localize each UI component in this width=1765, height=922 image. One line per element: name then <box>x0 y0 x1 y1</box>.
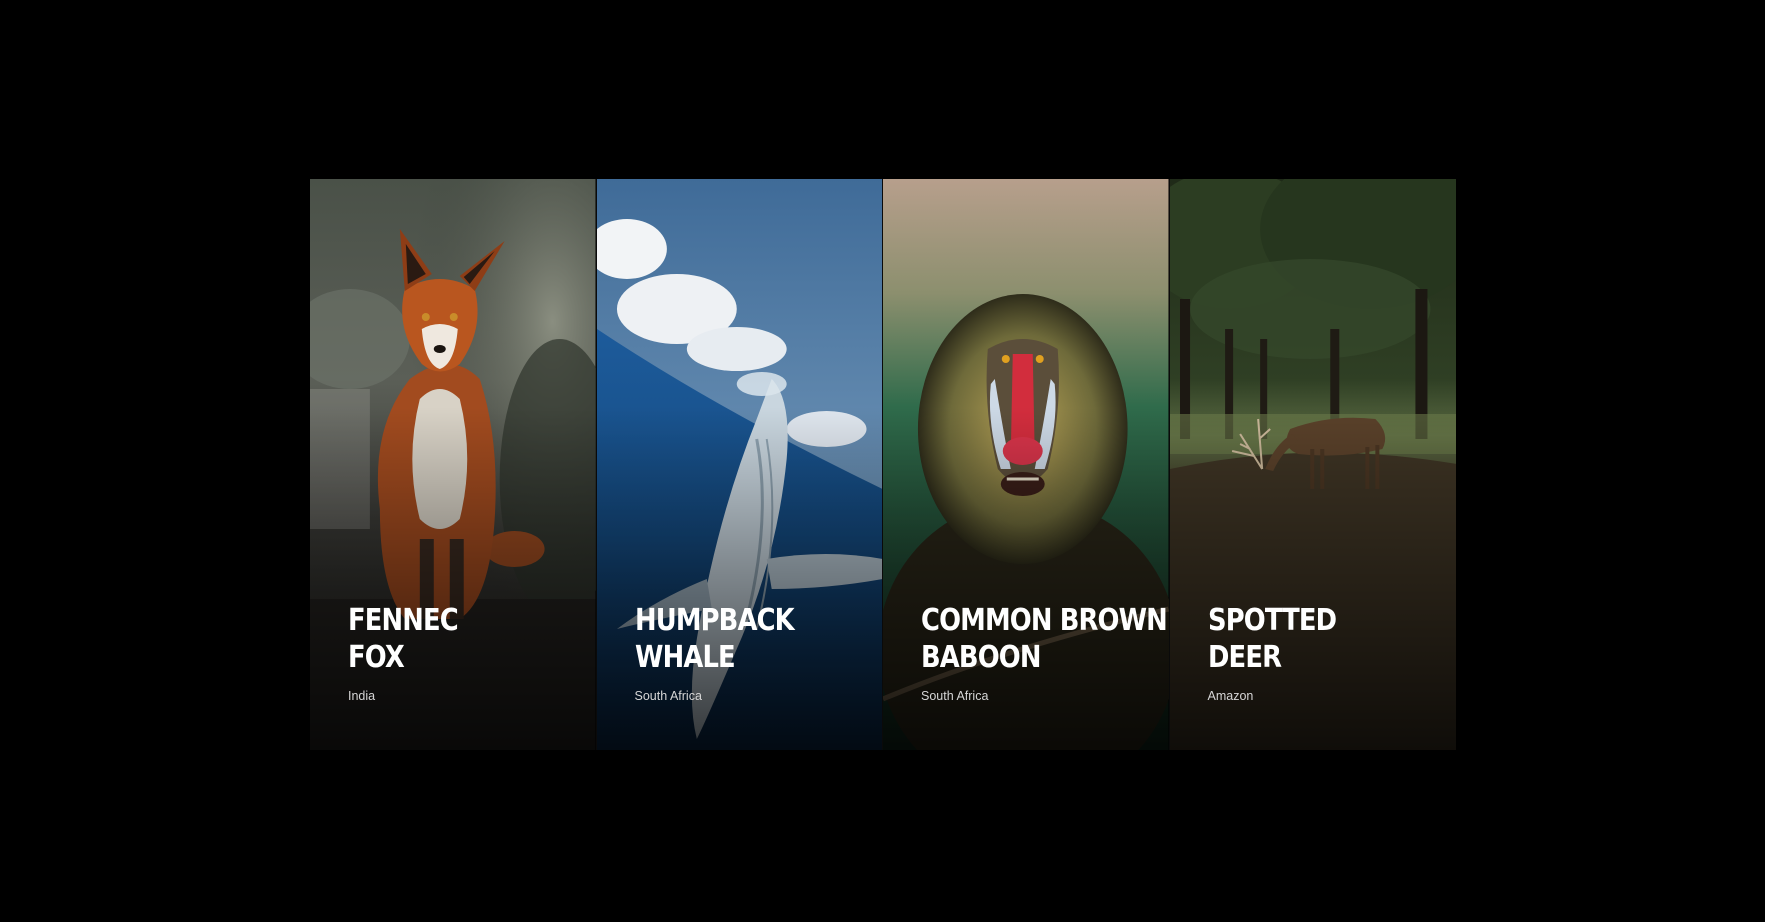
card-title-line2: DEER <box>1207 640 1282 675</box>
card-title-line2: FOX <box>348 640 405 675</box>
page: FENNEC FOX India HUMPBACK WHALE South Af… <box>0 0 1765 922</box>
card-caption: COMMON BROWN BABOON South Africa <box>921 602 1168 704</box>
card-title-line2: WHALE <box>634 640 736 675</box>
card-title-line1: HUMPBACK <box>634 603 795 638</box>
card-title: COMMON BROWN BABOON <box>921 602 1168 676</box>
card-location: South Africa <box>921 689 989 703</box>
card-humpback-whale[interactable]: HUMPBACK WHALE South Africa <box>596 179 883 750</box>
card-location: Amazon <box>1207 689 1254 703</box>
card-spotted-deer[interactable]: SPOTTED DEER Amazon <box>1169 179 1456 750</box>
card-title: SPOTTED DEER <box>1208 602 1405 676</box>
card-title-line2: BABOON <box>921 640 1041 675</box>
card-title: HUMPBACK WHALE <box>635 602 831 676</box>
card-title-line1: COMMON BROWN <box>921 603 1168 638</box>
card-caption: HUMPBACK WHALE South Africa <box>635 602 863 704</box>
card-title-line1: FENNEC <box>348 603 459 638</box>
card-caption: FENNEC FOX India <box>348 602 576 704</box>
card-title: FENNEC FOX <box>348 602 544 676</box>
card-title-line1: SPOTTED <box>1207 603 1337 638</box>
card-location: South Africa <box>634 689 702 703</box>
card-location: India <box>348 689 376 703</box>
animal-gallery: FENNEC FOX India HUMPBACK WHALE South Af… <box>310 179 1456 750</box>
card-caption: SPOTTED DEER Amazon <box>1208 602 1437 704</box>
card-common-brown-baboon[interactable]: COMMON BROWN BABOON South Africa <box>883 179 1170 750</box>
card-fennec-fox[interactable]: FENNEC FOX India <box>310 179 597 750</box>
